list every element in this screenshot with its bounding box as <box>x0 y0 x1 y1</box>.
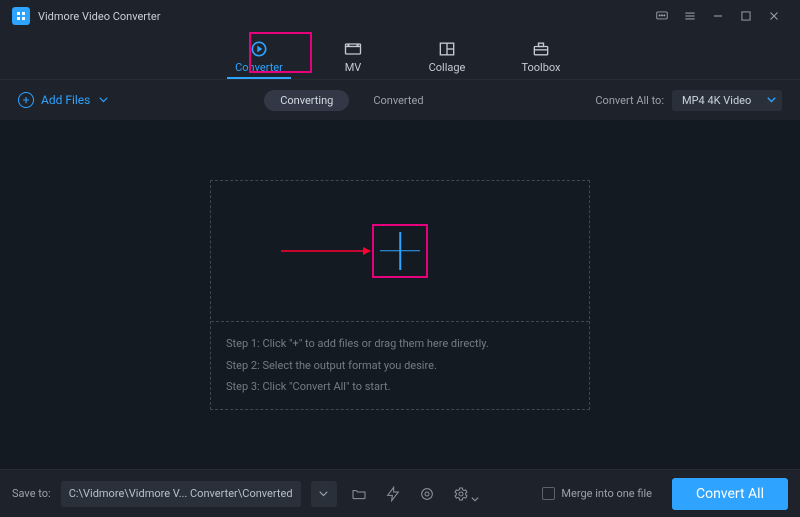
tab-label: Collage <box>429 61 466 74</box>
convert-all-button[interactable]: Convert All <box>672 478 788 510</box>
tab-mv[interactable]: MV <box>323 40 383 79</box>
save-to-label: Save to: <box>12 487 51 500</box>
output-path-dropdown[interactable] <box>311 481 337 507</box>
instruction-step: Step 3: Click "Convert All" to start. <box>226 376 574 397</box>
add-files-label: Add Files <box>41 93 90 107</box>
annotation-arrow <box>281 245 371 257</box>
mv-icon <box>343 40 363 58</box>
merge-label: Merge into one file <box>561 487 652 500</box>
dropzone-add-area[interactable] <box>211 181 589 323</box>
footer: Save to: C:\Vidmore\Vidmore V... Convert… <box>0 469 800 517</box>
menu-button[interactable] <box>676 2 704 30</box>
instruction-step: Step 2: Select the output format you des… <box>226 355 574 376</box>
converter-icon <box>249 40 269 58</box>
high-speed-button[interactable] <box>415 482 439 506</box>
plus-circle-icon: + <box>18 92 34 108</box>
tab-label: MV <box>345 61 362 74</box>
open-folder-button[interactable] <box>347 482 371 506</box>
titlebar: Vidmore Video Converter <box>0 0 800 32</box>
subtab-converting[interactable]: Converting <box>264 90 349 111</box>
app-logo <box>12 7 30 25</box>
tab-converter[interactable]: Converter <box>229 40 289 79</box>
tab-label: Converter <box>235 61 283 74</box>
add-plus-icon <box>376 228 424 274</box>
tab-label: Toolbox <box>521 61 560 74</box>
output-format-dropdown[interactable]: MP4 4K Video <box>672 90 782 111</box>
app-title: Vidmore Video Converter <box>38 10 160 23</box>
subtab-converted[interactable]: Converted <box>357 90 439 111</box>
minimize-button[interactable] <box>704 2 732 30</box>
hardware-accel-button[interactable] <box>381 482 405 506</box>
close-button[interactable] <box>760 2 788 30</box>
toolbar: + Add Files Converting Converted Convert… <box>0 80 800 120</box>
tab-collage[interactable]: Collage <box>417 40 477 79</box>
tab-toolbox[interactable]: Toolbox <box>511 40 571 79</box>
content-area: Step 1: Click "+" to add files or drag t… <box>0 120 800 469</box>
maximize-button[interactable] <box>732 2 760 30</box>
merge-checkbox[interactable]: Merge into one file <box>542 487 652 500</box>
output-path-value: C:\Vidmore\Vidmore V... Converter\Conver… <box>69 487 293 500</box>
output-path-box[interactable]: C:\Vidmore\Vidmore V... Converter\Conver… <box>61 481 301 507</box>
main-tabs: Converter MV Collage Toolbox <box>0 32 800 80</box>
feedback-button[interactable] <box>648 2 676 30</box>
chevron-down-icon <box>99 97 108 103</box>
collage-icon <box>437 40 457 58</box>
output-format-value: MP4 4K Video <box>682 94 751 107</box>
checkbox-icon <box>542 487 555 500</box>
instructions: Step 1: Click "+" to add files or drag t… <box>211 322 589 408</box>
chevron-down-icon <box>767 97 776 103</box>
add-files-button[interactable]: + Add Files <box>18 92 108 108</box>
toolbox-icon <box>531 40 551 58</box>
instruction-step: Step 1: Click "+" to add files or drag t… <box>226 333 574 354</box>
convert-all-to-label: Convert All to: <box>595 94 664 107</box>
convert-all-label: Convert All <box>696 486 764 502</box>
dropzone: Step 1: Click "+" to add files or drag t… <box>210 180 590 410</box>
settings-button[interactable] <box>449 482 473 506</box>
